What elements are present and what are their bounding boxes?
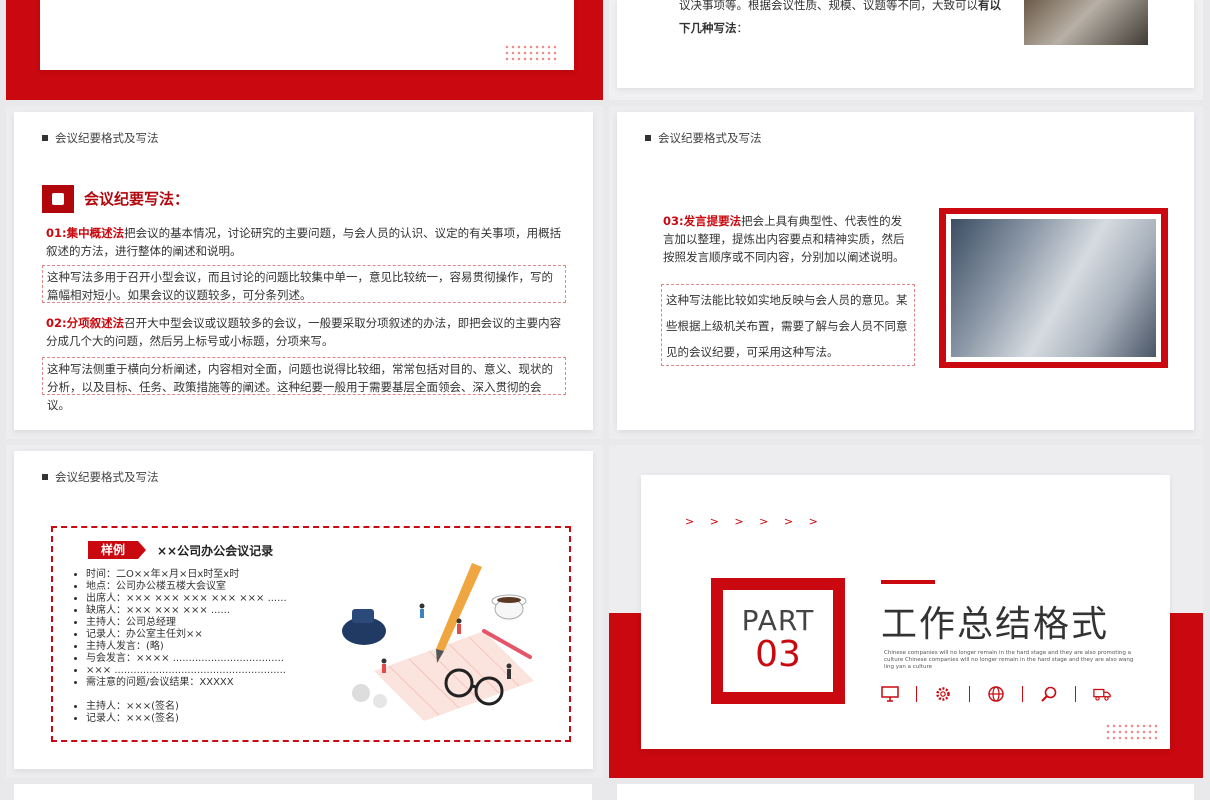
method-2-text: 召开大中型会议或议题较多的会议，一般要采取分项叙述的办法，即把会议的主要内容分成… [46,316,562,348]
search-icon [1040,685,1058,703]
record-item: 缺席人：××× ××× ××× ...... [86,605,326,617]
document-icon [42,185,74,213]
method-3-paragraph: 03:发言提要法把会上具有典型性、代表性的发言加以整理，提炼出内容要点和精神实质… [663,212,913,266]
record-item: ××× ....................................… [86,665,326,677]
part-label: PART [741,604,815,637]
signature-item: 主持人：×××(签名) [86,701,326,713]
person-icon [381,658,387,664]
person-icon [419,603,425,609]
method-1-note-box: 这种写法多用于召开小型会议，而且讨论的问题比较集中单一，意见比较统一，容易贯彻操… [42,265,566,303]
record-item: 时间：二O××年×月×日x时至x时 [86,569,326,581]
method-2-label: 02:分项叙述法 [46,316,125,330]
arrow-decoration: > > > > > > [685,515,824,528]
monitor-icon [881,685,899,703]
slide-4-content: 会议纪要格式及写法 03:发言提要法把会上具有典型性、代表性的发言加以整理，提炼… [617,112,1194,430]
icon-divider [1075,686,1076,702]
record-item: 需注意的问题/会议结果：XXXXX [86,677,326,689]
slide-2-line-1: 议决事项等。根据会议性质、规模、议题等不同，大致可以 [679,0,978,12]
record-item: 主持人：公司总经理 [86,617,326,629]
method-3-label: 03:发言提要法 [663,214,742,228]
signature-item: 记录人：×××(签名) [86,713,326,725]
record-item: 与会发言：×××× ..............................… [86,653,326,665]
slide-thumbnail-5[interactable]: 会议纪要格式及写法 样例 ××公司办公会议记录 时间：二O××年×月×日x时至x… [6,445,603,778]
section-title: 会议纪要写法： [84,190,190,208]
slide-thumbnail-8-edge[interactable] [617,784,1194,800]
icon-divider [969,686,970,702]
person-icon [456,618,462,624]
icon-row [881,685,1111,703]
title-accent-line [881,580,935,584]
record-title: ××公司办公会议记录 [157,544,274,558]
business-charts-photo [951,219,1156,357]
person-icon [506,663,512,669]
photo-frame [939,208,1168,368]
slide-2-text: 议决事项等。根据会议性质、规模、议题等不同，大致可以有以 下几种写法： [679,0,1009,40]
method-1-paragraph: 01:集中概述法把会议的基本情况，讨论研究的主要问题，与会人员的认识、议定的有关… [46,224,566,260]
slide-thumbnail-4[interactable]: 会议纪要格式及写法 03:发言提要法把会上具有典型性、代表性的发言加以整理，提炼… [609,106,1203,439]
icon-divider [916,686,917,702]
slide-header: 会议纪要格式及写法 [42,469,159,485]
slide-header: 会议纪要格式及写法 [42,130,159,146]
signature-items: 主持人：×××(签名) 记录人：×××(签名) [72,701,326,725]
slide-thumbnail-1[interactable] [6,0,603,100]
decorative-dots [504,44,558,64]
method-3-note-box: 这种写法能比较如实地反映与会人员的意见。某些根据上级机关布置，需要了解与会人员不… [661,284,915,366]
slide-header: 会议纪要格式及写法 [645,130,762,146]
decorative-dots [1105,723,1159,743]
method-1-text: 把会议的基本情况，讨论研究的主要问题，与会人员的认识、议定的有关事项，用概括叙述… [46,226,562,258]
globe-icon [987,685,1005,703]
icon-divider [1022,686,1023,702]
sample-tag: 样例 [88,541,146,559]
method-2-paragraph: 02:分项叙述法召开大中型会议或议题较多的会议，一般要采取分项叙述的办法，即把会… [46,314,566,350]
english-subtitle: Chinese companies will no longer remain … [884,650,1134,670]
slide-5-content: 会议纪要格式及写法 样例 ××公司办公会议记录 时间：二O××年×月×日x时至x… [14,451,593,769]
record-item: 记录人：办公室主任刘×× [86,629,326,641]
gear-icon [934,685,952,703]
slide-2-line-2-bold: 下几种写法 [679,21,737,35]
slide-2-content: 议决事项等。根据会议性质、规模、议题等不同，大致可以有以 下几种写法： [617,0,1194,88]
slide-thumbnail-6[interactable]: > > > > > > PART 03 工作总结格式 Chinese compa… [609,445,1203,778]
part-number: 03 [755,634,801,675]
slide-2-line-1-bold: 有以 [978,0,1001,12]
record-item: 出席人：××× ××× ××× ××× ××× ...... [86,593,326,605]
writing-illustration [342,563,534,721]
truck-icon [1093,685,1111,703]
method-2-note-box: 这种写法侧重于横向分析阐述，内容相对全面，问题也说得比较细，常常包括对目的、意义… [42,357,566,412]
record-item: 地点：公司办公楼五楼大会议室 [86,581,326,593]
slide-1-content [40,0,574,70]
slide-thumbnail-3[interactable]: 会议纪要格式及写法 会议纪要写法： 01:集中概述法把会议的基本情况，讨论研究的… [6,106,603,439]
record-items: 时间：二O××年×月×日x时至x时 地点：公司办公楼五楼大会议室 出席人：×××… [72,569,326,689]
record-item: 主持人发言：(略) [86,641,326,653]
slide-thumbnail-7-edge[interactable] [14,784,592,800]
slide-2-line-2-tail: ： [736,21,749,35]
slide-6-content: > > > > > > PART 03 工作总结格式 Chinese compa… [641,475,1170,749]
part-box: PART 03 [711,578,845,704]
meeting-photo [1024,0,1148,45]
method-1-label: 01:集中概述法 [46,226,125,240]
crumpled-paper-icon [352,684,370,702]
section-title: 工作总结格式 [881,604,1110,645]
slide-thumbnail-2[interactable]: 议决事项等。根据会议性质、规模、议题等不同，大致可以有以 下几种写法： [609,0,1203,100]
slide-3-content: 会议纪要格式及写法 会议纪要写法： 01:集中概述法把会议的基本情况，讨论研究的… [14,112,593,430]
